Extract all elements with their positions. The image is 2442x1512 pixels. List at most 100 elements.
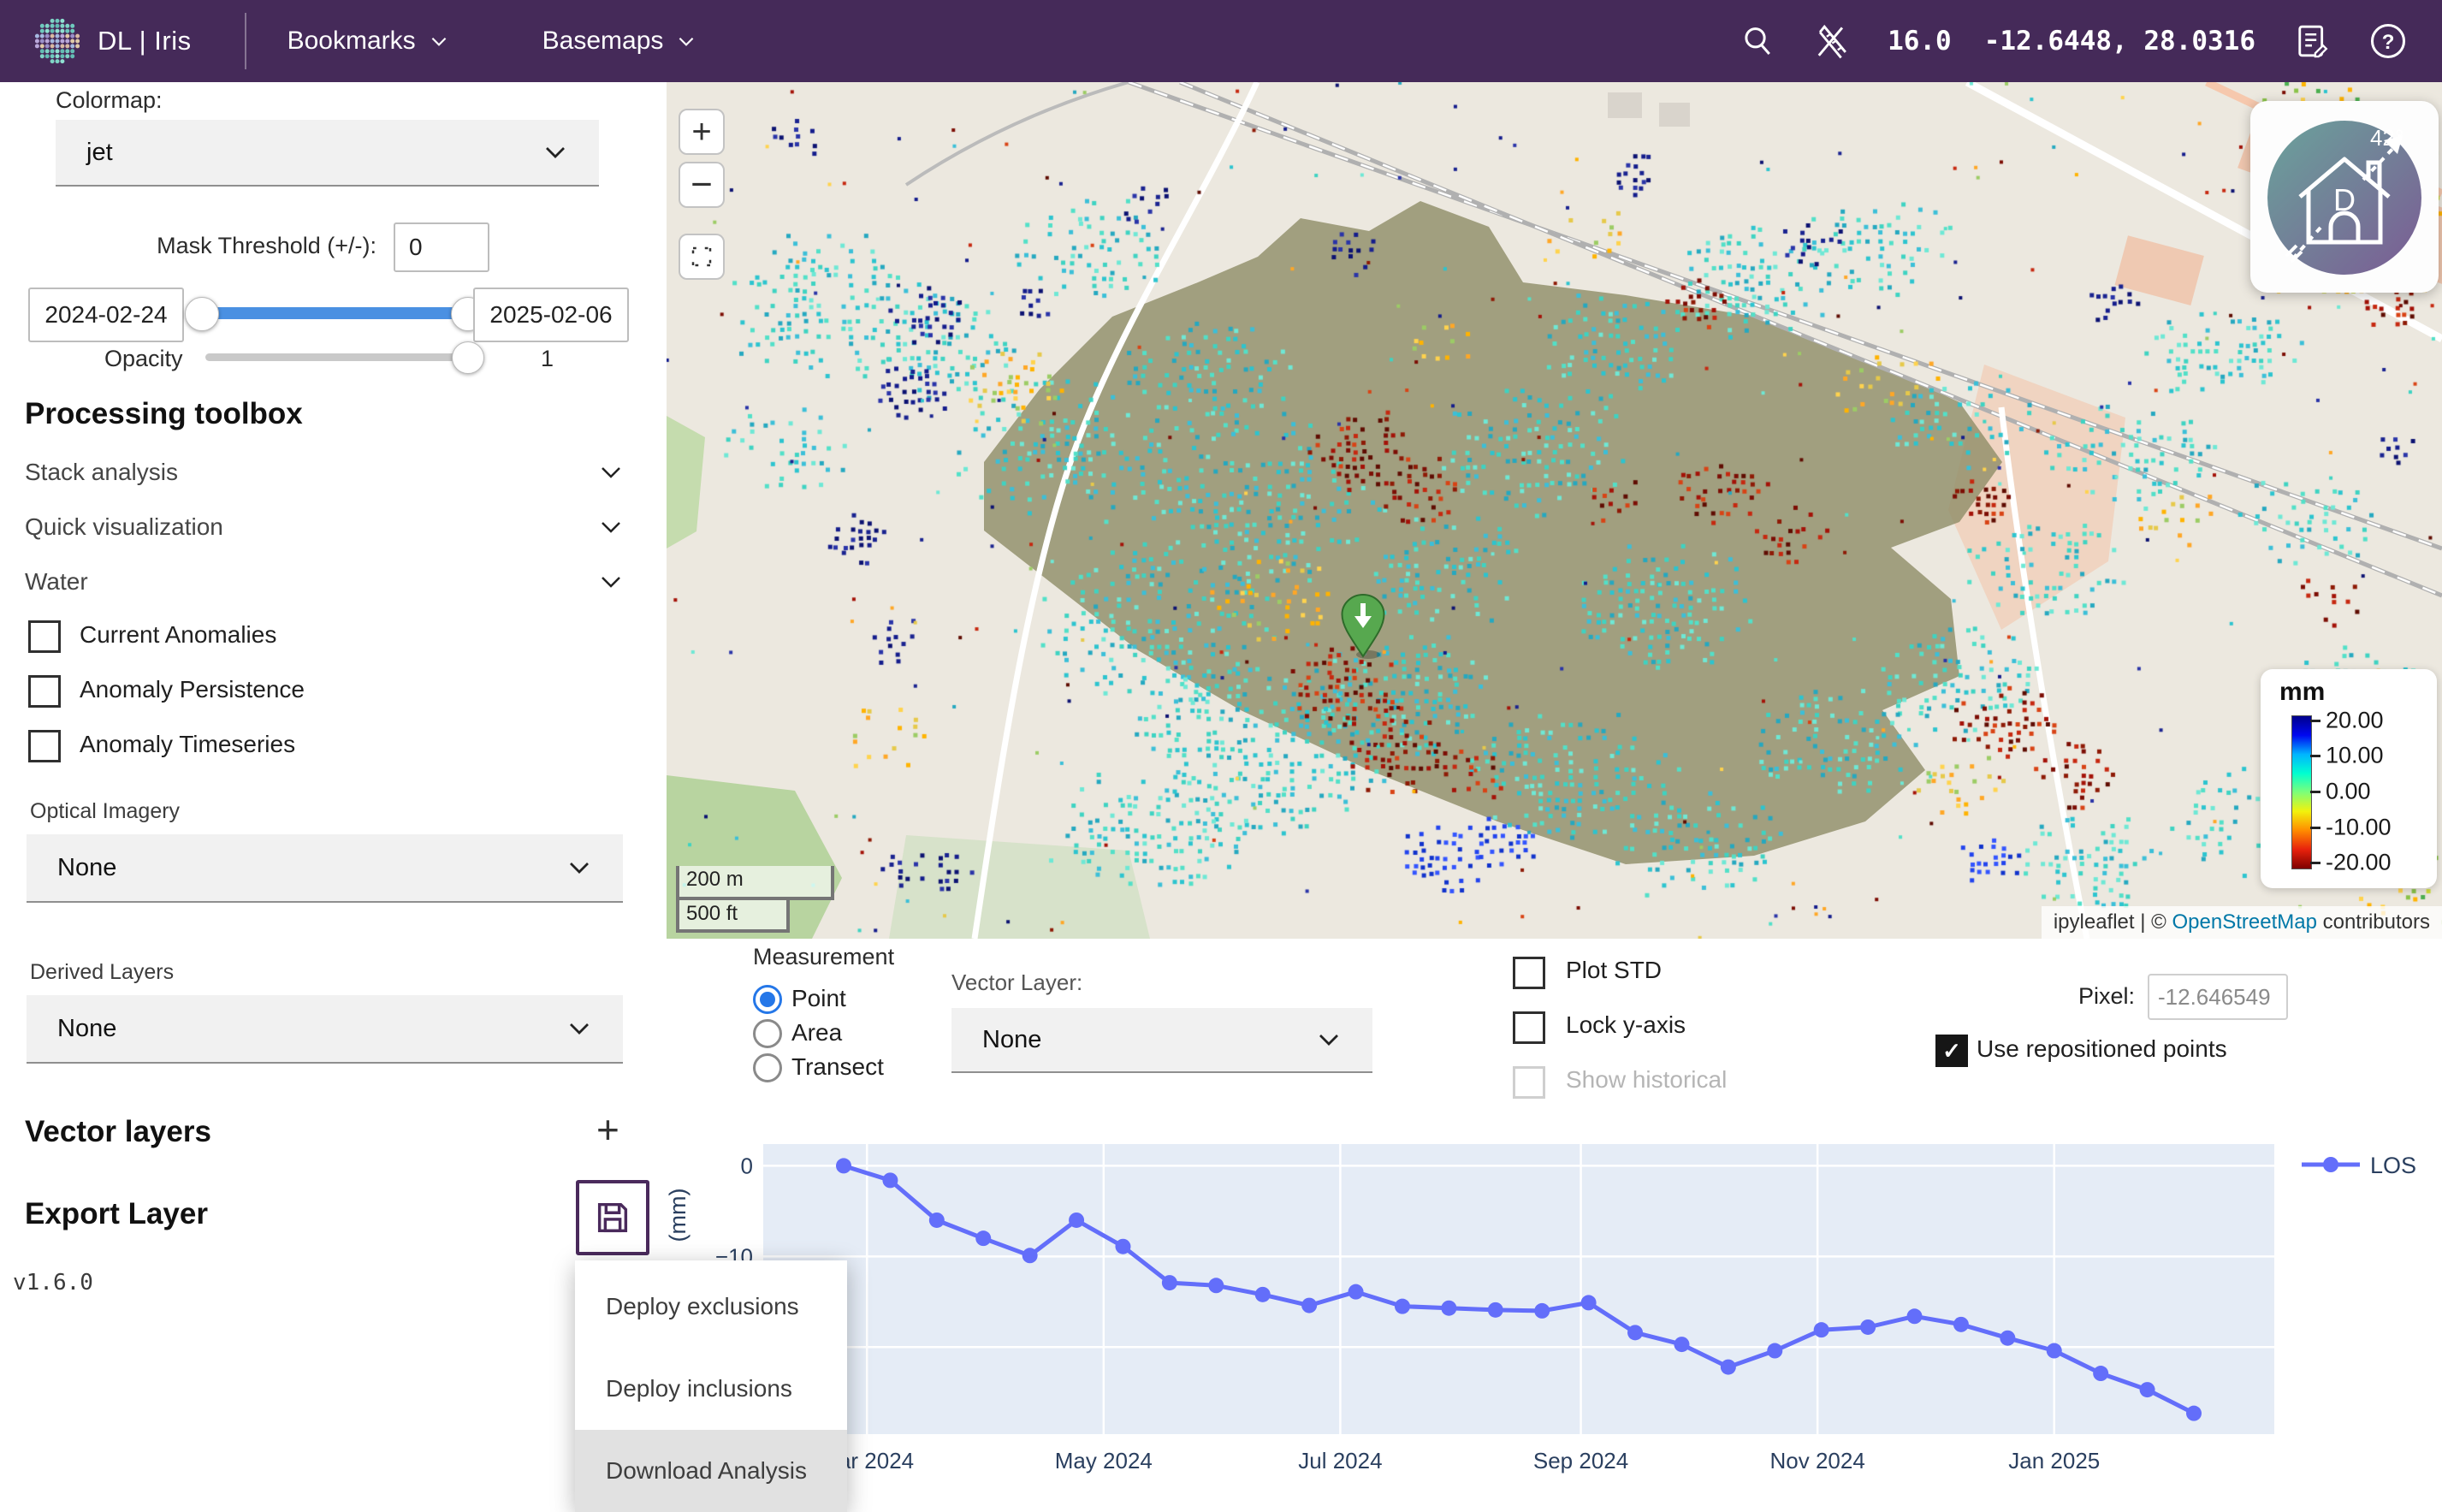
checkbox-label: Anomaly Persistence (80, 676, 305, 703)
checkbox-anomaly-timeseries[interactable] (28, 730, 61, 762)
optical-imagery-select[interactable]: None (27, 834, 623, 903)
opacity-label: Opacity (104, 346, 183, 372)
pixel-value: -12.646549 (2158, 984, 2271, 1011)
los-timeseries-chart[interactable]: 0−10−20Mar 2024May 2024Jul 2024Sep 2024N… (667, 1104, 2442, 1506)
chevron-down-icon (566, 855, 592, 881)
app-logo-icon (33, 16, 82, 66)
release-notes-icon[interactable] (2293, 22, 2331, 60)
zoom-level: 16.0 (1888, 26, 1952, 56)
vector-layers-title: Vector layers (25, 1115, 211, 1149)
version-label: v1.6.0 (13, 1270, 93, 1296)
zoom-in-button[interactable]: + (679, 109, 725, 155)
compass-widget[interactable]: D 42° (2250, 101, 2439, 293)
colorbar-tick: 10.00 (2326, 743, 2384, 769)
colormap-value: jet (86, 139, 113, 167)
colormap-label: Colormap: (56, 87, 163, 114)
checkbox-current-anomalies[interactable] (28, 620, 61, 653)
opacity-slider-handle[interactable] (452, 341, 484, 374)
date-start-input[interactable]: 2024-02-24 (28, 288, 184, 342)
svg-text:LOS: LOS (2370, 1153, 2416, 1178)
measurement-label: Measurement (753, 944, 894, 970)
checkbox-label: Anomaly Timeseries (80, 731, 295, 758)
checkbox-label: Current Anomalies (80, 621, 276, 649)
colorbar-unit: mm (2279, 678, 2325, 707)
date-range-slider[interactable] (199, 307, 469, 319)
lat-lon: -12.6448, 28.0316 (1984, 26, 2255, 56)
attribution-text: contributors (2317, 910, 2430, 934)
opacity-value: 1 (541, 346, 554, 372)
mask-threshold-label: Mask Threshold (+/-): (154, 233, 376, 259)
menu-item-deploy-exclusions[interactable]: Deploy exclusions (575, 1266, 847, 1348)
chevron-down-icon (1316, 1027, 1342, 1052)
optical-imagery-label: Optical Imagery (30, 799, 180, 824)
fullscreen-button[interactable] (679, 234, 725, 280)
svg-text:Sep 2024: Sep 2024 (1533, 1448, 1628, 1473)
chevron-down-icon (542, 139, 568, 165)
svg-text:?: ? (2382, 31, 2395, 54)
checkbox-plot-std[interactable] (1513, 957, 1545, 989)
date-slider-handle-left[interactable] (185, 297, 219, 331)
checkbox-lock-y-axis[interactable] (1513, 1011, 1545, 1044)
left-sidebar: Colormap: jet Mask Threshold (+/-): 0 20… (0, 82, 667, 1506)
openstreetmap-link[interactable]: OpenStreetMap (2172, 910, 2317, 934)
fullscreen-icon (689, 244, 714, 270)
analysis-panel: Measurement Point Area Transect Vector L… (667, 939, 2442, 1506)
svg-text:0: 0 (741, 1153, 753, 1178)
svg-text:Nov 2024: Nov 2024 (1769, 1448, 1864, 1473)
svg-text:(mm): (mm) (667, 1189, 691, 1242)
checkbox-use-repositioned[interactable]: ✓ (1935, 1035, 1968, 1067)
section-water[interactable]: Water (25, 560, 624, 604)
colorbar-tick: 0.00 (2326, 779, 2371, 805)
radio-label: Point (791, 985, 846, 1012)
menu-item-deploy-inclusions[interactable]: Deploy inclusions (575, 1348, 847, 1430)
section-label: Stack analysis (25, 459, 178, 486)
checkbox-show-historical[interactable] (1513, 1066, 1545, 1099)
zoom-out-button[interactable]: − (679, 162, 725, 208)
map-canvas[interactable]: + − D 42° mm 20.00 10.00 (667, 82, 2442, 939)
vector-layer-select[interactable]: None (951, 1008, 1372, 1073)
radio-label: Transect (791, 1053, 884, 1081)
vector-layer-label: Vector Layer: (951, 969, 1082, 996)
export-context-menu: Deploy exclusions Deploy inclusions Down… (575, 1260, 847, 1512)
brand-name: DL | Iris (98, 26, 192, 56)
menu-item-download-analysis[interactable]: Download Analysis (575, 1430, 847, 1512)
location-marker[interactable] (1339, 593, 1387, 660)
map-attribution: ipyleaflet | © OpenStreetMap contributor… (2042, 906, 2442, 939)
section-quick-visualization[interactable]: Quick visualization (25, 505, 624, 549)
pixel-label: Pixel: (2006, 983, 2135, 1010)
chevron-down-icon (598, 569, 624, 595)
radio-label: Area (791, 1019, 842, 1047)
chevron-down-icon (566, 1016, 592, 1041)
measure-tool-icon[interactable] (1812, 22, 1850, 60)
mask-threshold-input[interactable]: 0 (394, 222, 489, 272)
nav-divider (245, 13, 246, 69)
toolbox-title: Processing toolbox (25, 397, 303, 431)
save-icon (593, 1198, 632, 1237)
mask-threshold-value: 0 (409, 234, 423, 261)
radio-point[interactable] (753, 985, 782, 1014)
checkbox-anomaly-persistence[interactable] (28, 675, 61, 708)
nav-basemaps[interactable]: Basemaps (542, 27, 698, 56)
section-label: Water (25, 568, 88, 596)
checkbox-label: Plot STD (1566, 957, 1662, 984)
opacity-slider[interactable] (205, 353, 476, 361)
top-nav: DL | Iris Bookmarks Basemaps 16.0 -12.64… (0, 0, 2442, 82)
export-save-button[interactable] (576, 1180, 649, 1255)
section-stack-analysis[interactable]: Stack analysis (25, 450, 624, 495)
radio-area[interactable] (753, 1019, 782, 1048)
colorbar-gradient (2291, 715, 2312, 869)
nav-bookmarks[interactable]: Bookmarks (287, 27, 450, 56)
vector-layer-value: None (982, 1026, 1041, 1054)
colorbar-tick: 20.00 (2326, 708, 2384, 734)
search-icon[interactable] (1740, 24, 1775, 58)
derived-layers-select[interactable]: None (27, 995, 623, 1064)
nav-basemaps-label: Basemaps (542, 27, 664, 56)
help-icon[interactable]: ? (2368, 21, 2408, 61)
nav-bookmarks-label: Bookmarks (287, 27, 416, 56)
colormap-select[interactable]: jet (56, 120, 599, 187)
pixel-input[interactable]: -12.646549 (2148, 974, 2288, 1020)
add-vector-layer-button[interactable]: + (596, 1106, 619, 1153)
optical-imagery-value: None (57, 854, 116, 882)
radio-transect[interactable] (753, 1053, 782, 1082)
date-end-input[interactable]: 2025-02-06 (473, 288, 629, 342)
